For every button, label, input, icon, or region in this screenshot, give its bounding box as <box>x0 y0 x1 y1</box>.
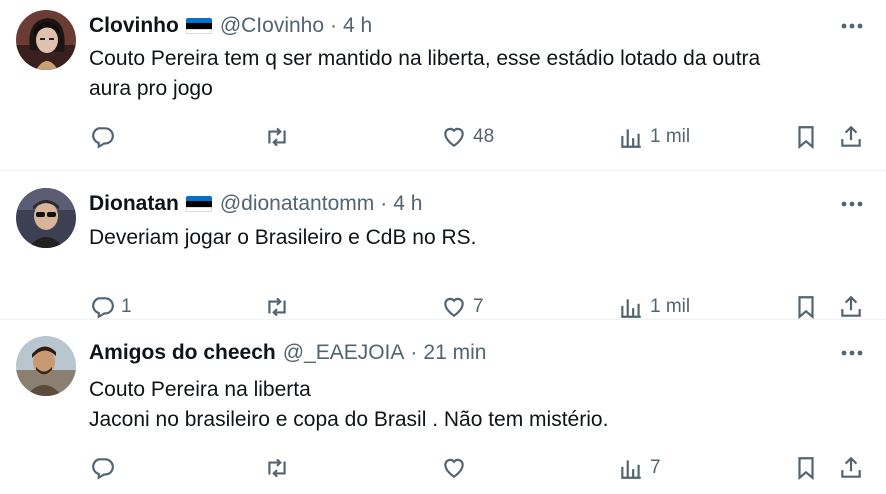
reply-button[interactable] <box>89 121 121 153</box>
display-name[interactable]: Amigos do cheech <box>89 339 276 367</box>
tweet-header: Amigos do cheech @_EAEJOIA · 21 min <box>89 339 826 367</box>
bookmark-icon <box>798 126 814 150</box>
tweet-text-line: Couto Pereira na liberta <box>89 378 311 401</box>
bookmark-button[interactable] <box>793 452 819 484</box>
tweet-text: Deveriam jogar o Brasileiro e CdB no RS. <box>89 223 846 253</box>
reply-button[interactable]: 1 <box>89 291 132 323</box>
tweet-text-line: Deveriam jogar o Brasileiro e CdB no RS. <box>89 226 477 249</box>
bookmark-button[interactable] <box>793 291 819 323</box>
avatar[interactable] <box>16 336 76 396</box>
views-icon <box>621 129 641 148</box>
view-count: 7 <box>650 457 661 478</box>
heart-icon <box>444 458 464 478</box>
user-handle[interactable]: @dionatantomm <box>220 190 374 218</box>
reply-icon <box>92 458 114 480</box>
retweet-button[interactable] <box>264 291 296 323</box>
tweet-text-line: Couto Pereira tem q ser mantido na liber… <box>89 47 761 70</box>
tweet-text: Couto Pereira na liberta Jaconi no brasi… <box>89 375 846 435</box>
reply-button[interactable] <box>89 452 121 484</box>
tweet[interactable]: Dionatan @dionatantomm · 4 h Deveriam jo… <box>0 171 886 320</box>
views-icon <box>621 299 641 318</box>
bookmark-icon <box>798 296 814 320</box>
heart-icon <box>444 127 464 147</box>
separator-dot: · <box>410 341 418 364</box>
avatar[interactable] <box>16 188 76 248</box>
tweet-text: Couto Pereira tem q ser mantido na liber… <box>89 44 846 104</box>
views-button[interactable]: 1 mil <box>618 291 690 323</box>
tweet-text-line: aura pro jogo <box>89 77 213 100</box>
like-button[interactable]: 7 <box>441 291 484 323</box>
bookmark-button[interactable] <box>793 121 819 153</box>
reply-icon <box>92 127 114 149</box>
estonia-flag-icon <box>185 17 212 35</box>
share-icon <box>841 456 861 478</box>
like-count: 48 <box>473 126 495 147</box>
retweet-icon <box>268 458 286 478</box>
view-count: 1 mil <box>650 126 691 147</box>
like-button[interactable] <box>441 452 473 484</box>
timestamp[interactable]: 4 h <box>393 190 422 218</box>
retweet-button[interactable] <box>264 121 296 153</box>
retweet-icon <box>268 127 286 147</box>
tweet-header: Clovinho @CIovinho · 4 h <box>89 12 826 40</box>
action-bar: 1 7 1 mil <box>0 291 886 323</box>
display-name[interactable]: Dionatan <box>89 190 179 218</box>
heart-icon <box>444 297 464 317</box>
tweet[interactable]: Amigos do cheech @_EAEJOIA · 21 min Cout… <box>0 320 886 494</box>
share-icon <box>841 125 861 147</box>
more-options-icon[interactable] <box>840 14 864 38</box>
reply-count: 1 <box>121 296 132 317</box>
retweet-icon <box>268 297 286 317</box>
like-count: 7 <box>473 296 484 317</box>
bookmark-icon <box>798 457 814 481</box>
user-handle[interactable]: @_EAEJOIA <box>283 339 405 367</box>
tweet[interactable]: Clovinho @CIovinho · 4 h Couto Pereira t… <box>0 0 886 171</box>
separator-dot: · <box>330 14 338 37</box>
estonia-flag-icon <box>185 195 212 213</box>
more-options-icon[interactable] <box>840 341 864 365</box>
tweet-text-line: Jaconi no brasileiro e copa do Brasil . … <box>89 408 609 431</box>
display-name[interactable]: Clovinho <box>89 12 179 40</box>
share-button[interactable] <box>838 121 864 153</box>
views-button[interactable]: 1 mil <box>618 121 690 153</box>
like-button[interactable]: 48 <box>441 121 494 153</box>
view-count: 1 mil <box>650 296 691 317</box>
reply-icon <box>92 297 114 319</box>
share-icon <box>841 295 861 317</box>
more-options-icon[interactable] <box>840 192 864 216</box>
action-bar: 48 1 mil <box>0 121 886 153</box>
action-bar: 7 <box>0 452 886 484</box>
user-handle[interactable]: @CIovinho <box>220 12 324 40</box>
share-button[interactable] <box>838 291 864 323</box>
avatar[interactable] <box>16 10 76 70</box>
tweet-header: Dionatan @dionatantomm · 4 h <box>89 190 826 218</box>
views-icon <box>621 460 641 479</box>
timestamp[interactable]: 4 h <box>343 12 372 40</box>
timestamp[interactable]: 21 min <box>423 339 486 367</box>
retweet-button[interactable] <box>264 452 296 484</box>
separator-dot: · <box>380 192 388 215</box>
share-button[interactable] <box>838 452 864 484</box>
views-button[interactable]: 7 <box>618 452 661 484</box>
